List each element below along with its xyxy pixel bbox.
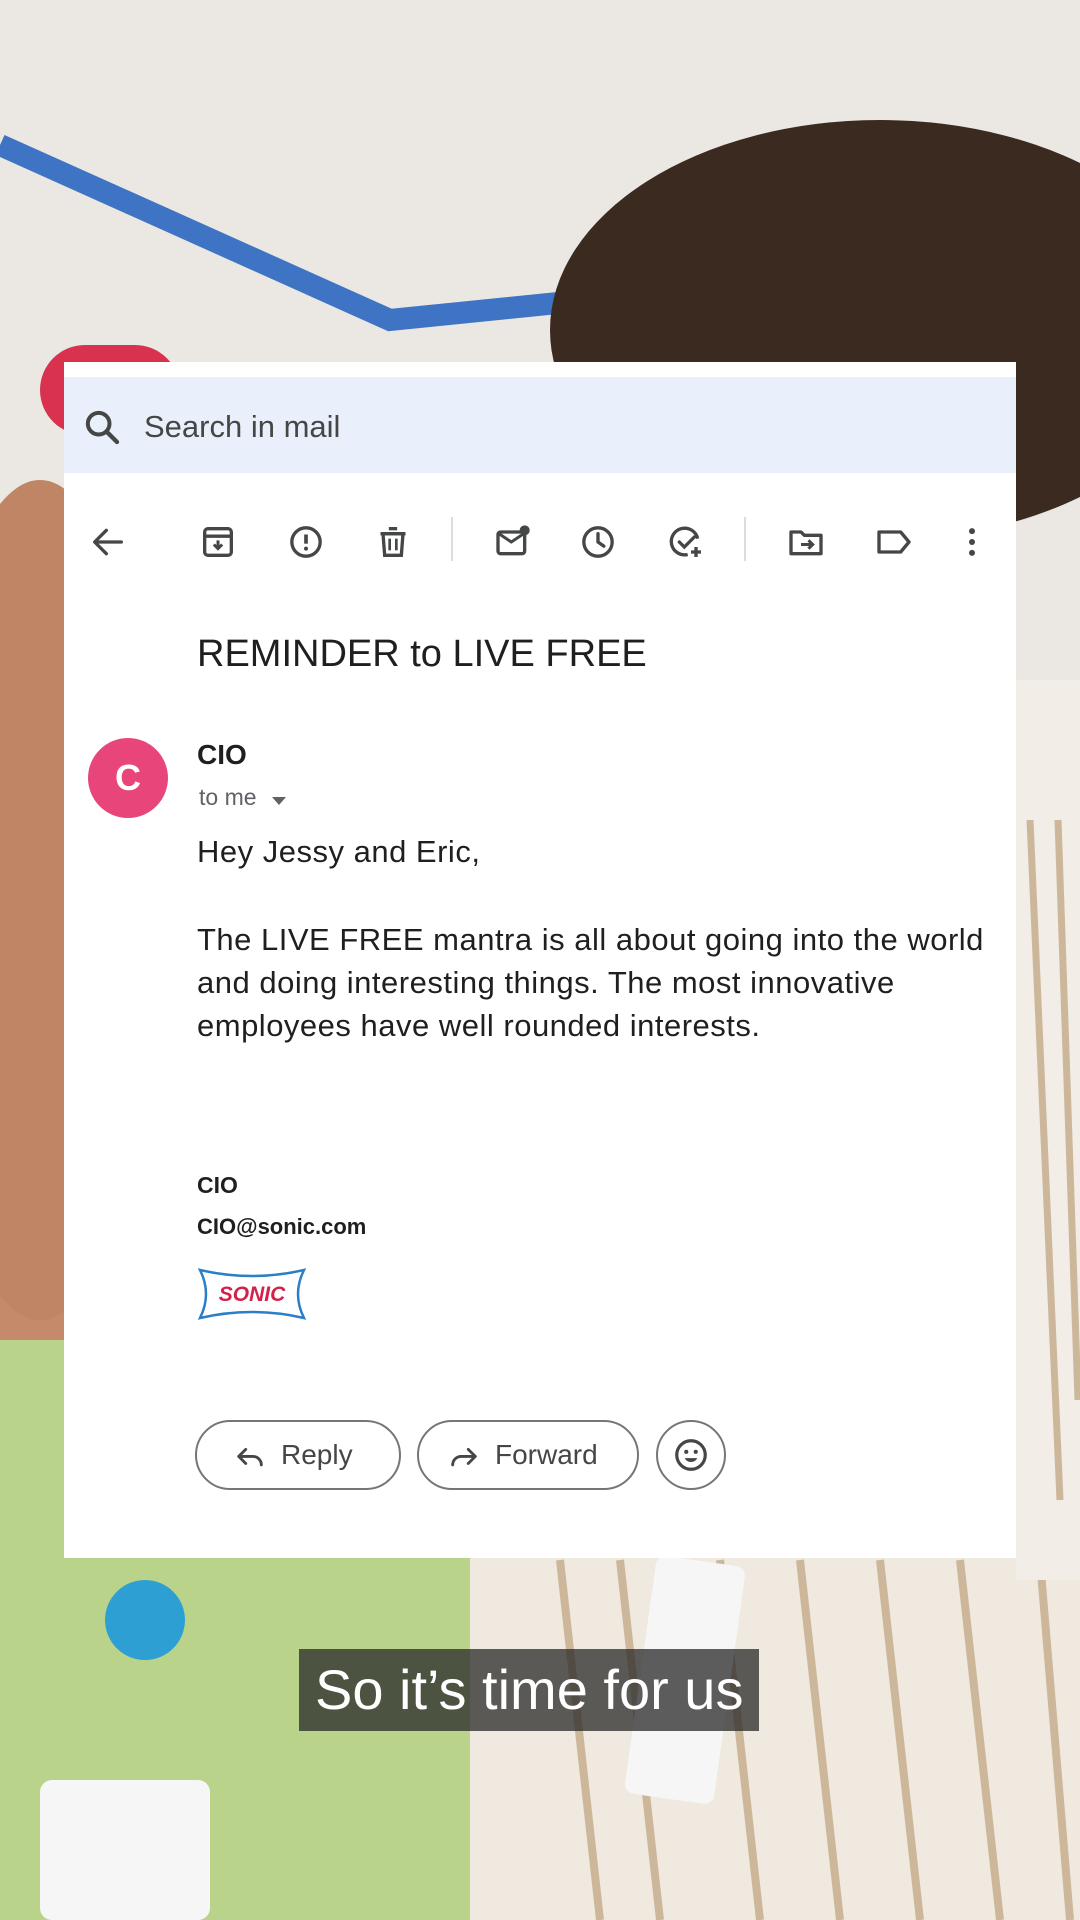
search-bar[interactable]: Search in mail [64, 377, 1016, 473]
email-subject: REMINDER to LIVE FREE [197, 633, 647, 675]
label-icon[interactable] [874, 522, 914, 562]
mark-unread-icon[interactable] [493, 522, 533, 562]
toolbar-divider [744, 517, 746, 561]
sonic-logo-text: SONIC [219, 1283, 286, 1306]
report-spam-icon[interactable] [286, 522, 326, 562]
add-to-tasks-icon[interactable] [666, 522, 706, 562]
email-body: The LIVE FREE mantra is all about going … [197, 922, 984, 1043]
email-view-card: Search in mail REMINDER to LIVE FREE C C… [64, 362, 1016, 1558]
toolbar-divider [451, 517, 453, 561]
delete-icon[interactable] [373, 522, 413, 562]
email-greeting: Hey Jessy and Eric, [197, 834, 481, 869]
snooze-icon[interactable] [578, 522, 618, 562]
back-arrow-icon[interactable] [88, 522, 128, 562]
forward-button[interactable]: Forward [417, 1420, 639, 1490]
archive-icon[interactable] [198, 522, 238, 562]
reply-icon [237, 1447, 263, 1467]
add-reaction-button[interactable] [656, 1420, 726, 1490]
avatar[interactable]: C [88, 738, 168, 818]
chevron-down-icon[interactable] [271, 793, 287, 805]
forward-icon [451, 1447, 477, 1467]
move-to-icon[interactable] [786, 522, 826, 562]
search-icon[interactable] [82, 407, 122, 447]
reply-label: Reply [281, 1439, 353, 1470]
forward-label: Forward [495, 1439, 598, 1470]
recipient-details[interactable]: to me [199, 782, 257, 812]
reply-button[interactable]: Reply [195, 1420, 401, 1490]
search-input[interactable]: Search in mail [144, 407, 340, 447]
emoji-icon [675, 1439, 707, 1471]
video-caption: So it’s time for us [299, 1649, 760, 1731]
signature-name: CIO [197, 1172, 238, 1198]
signature-email: CIO@sonic.com [197, 1214, 367, 1239]
sender-name: CIO [197, 739, 247, 770]
sonic-logo: SONIC [197, 1268, 307, 1320]
more-options-icon[interactable] [952, 522, 992, 562]
